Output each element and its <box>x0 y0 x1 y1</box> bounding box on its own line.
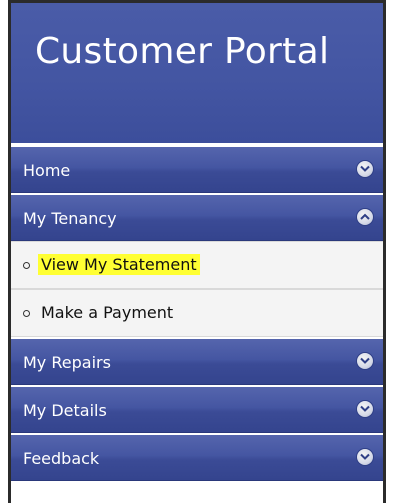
portal-header: Customer Portal <box>11 3 383 145</box>
chevron-down-icon[interactable] <box>357 161 373 177</box>
chevron-down-icon[interactable] <box>357 449 373 465</box>
submenu-item-view-my-statement[interactable]: View My Statement <box>11 241 383 289</box>
menu-item-home[interactable]: Home <box>11 145 383 193</box>
menu-item-label: Home <box>23 161 71 180</box>
submenu-item-make-a-payment[interactable]: Make a Payment <box>11 289 383 337</box>
submenu-item-label: Make a Payment <box>41 303 174 322</box>
menu-item-feedback[interactable]: Feedback <box>11 433 383 481</box>
submenu-item-label: View My Statement <box>38 254 200 275</box>
bullet-icon <box>23 262 30 269</box>
chevron-down-icon[interactable] <box>357 353 373 369</box>
menu-item-my-details[interactable]: My Details <box>11 385 383 433</box>
menu-item-label: Feedback <box>23 449 100 468</box>
menu-item-label: My Tenancy <box>23 209 117 228</box>
sidebar-menu: Home My Tenancy View My Statement Make a… <box>11 145 383 481</box>
chevron-down-icon[interactable] <box>357 401 373 417</box>
menu-item-my-repairs[interactable]: My Repairs <box>11 337 383 385</box>
menu-item-label: My Details <box>23 401 107 420</box>
menu-item-label: My Repairs <box>23 353 111 372</box>
chevron-up-icon[interactable] <box>357 209 373 225</box>
page-title: Customer Portal <box>35 31 330 72</box>
highlight-mark: View My Statement <box>38 254 200 275</box>
portal-frame: Customer Portal Home My Tenancy View My … <box>8 0 386 503</box>
bullet-icon <box>23 310 30 317</box>
menu-item-my-tenancy[interactable]: My Tenancy <box>11 193 383 241</box>
